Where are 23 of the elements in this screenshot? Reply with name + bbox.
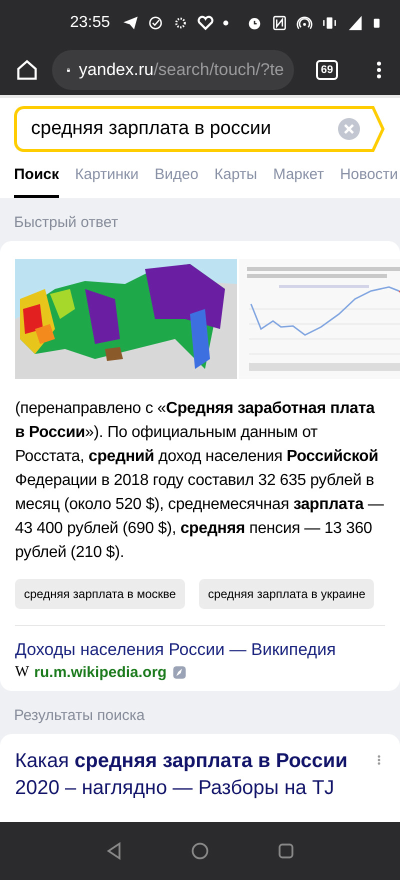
result-title-link[interactable]: Какая средняя зарплата в России 2020 – наглядно — Разборы на TJ xyxy=(15,748,365,822)
tab-count-button[interactable]: 69 xyxy=(316,60,338,80)
url-text: yandex.ru/search/touch/?te xyxy=(78,60,284,80)
dot-icon xyxy=(222,18,230,26)
suggestion-chip[interactable]: средняя зарплата в украине xyxy=(198,579,374,609)
clock-time: 23:55 xyxy=(70,14,110,32)
search-tab[interactable]: Поиск xyxy=(14,156,60,198)
wikipedia-icon: W xyxy=(15,664,30,681)
nfc-icon xyxy=(270,14,288,32)
hotspot-icon xyxy=(296,14,314,32)
suggestion-chip[interactable]: средняя зарплата в москве xyxy=(15,579,185,609)
check-circle-icon xyxy=(147,14,164,32)
address-bar[interactable]: yandex.ru/search/touch/?te xyxy=(52,50,294,90)
answer-text: (перенаправлено с «Средняя заработная плата в России»). По официальным данным от Росстата, средний доход населения Российской Федерации в 2018 году составил 32 635 рублей в месяц (около 520 $), среднемесячная зарплата — 43 400 рублей (690 $), средняя пенсия — 13 360 рублей (210 $). xyxy=(15,399,385,563)
section-heading: Результаты поиска xyxy=(13,706,146,726)
search-field-tip-icon xyxy=(369,106,385,152)
heart-icon xyxy=(197,14,214,32)
section-heading: Быстрый ответ xyxy=(13,213,120,233)
source-url[interactable]: ru.m.wikipedia.org xyxy=(34,664,167,681)
search-bar[interactable]: средняя зарплата в россии xyxy=(14,106,369,152)
signal-icon xyxy=(346,14,364,32)
search-field[interactable]: средняя зарплата в россии xyxy=(29,117,337,141)
source-link[interactable]: Доходы населения России — Википедия xyxy=(15,640,385,660)
